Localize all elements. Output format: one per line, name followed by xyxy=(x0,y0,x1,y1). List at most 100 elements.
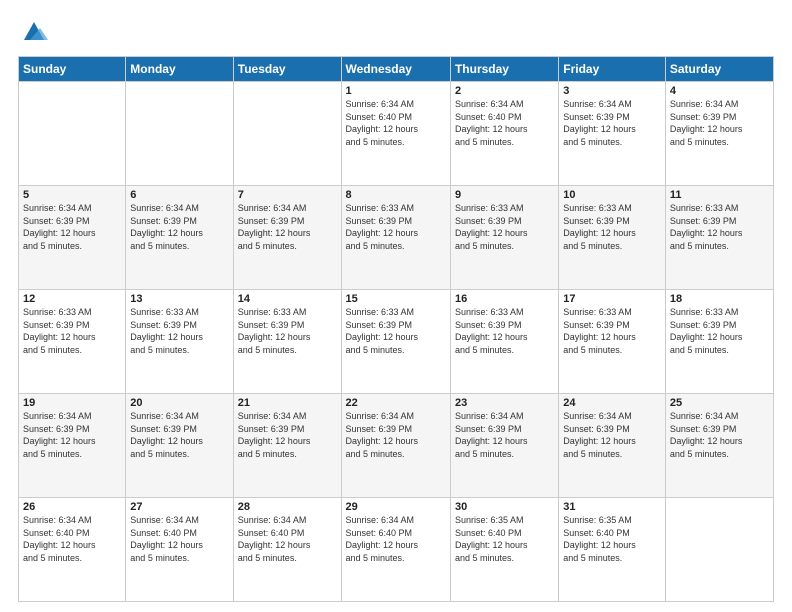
day-number: 5 xyxy=(23,189,121,201)
calendar-cell: 2Sunrise: 6:34 AM Sunset: 6:40 PM Daylig… xyxy=(450,82,558,186)
calendar-cell: 9Sunrise: 6:33 AM Sunset: 6:39 PM Daylig… xyxy=(450,186,558,290)
day-number: 23 xyxy=(455,397,554,409)
day-number: 20 xyxy=(130,397,228,409)
day-number: 9 xyxy=(455,189,554,201)
day-info: Sunrise: 6:34 AM Sunset: 6:39 PM Dayligh… xyxy=(455,410,554,460)
day-info: Sunrise: 6:34 AM Sunset: 6:39 PM Dayligh… xyxy=(238,410,337,460)
calendar-cell: 8Sunrise: 6:33 AM Sunset: 6:39 PM Daylig… xyxy=(341,186,450,290)
day-info: Sunrise: 6:33 AM Sunset: 6:39 PM Dayligh… xyxy=(670,306,769,356)
calendar-cell: 31Sunrise: 6:35 AM Sunset: 6:40 PM Dayli… xyxy=(559,498,666,602)
day-number: 18 xyxy=(670,293,769,305)
day-info: Sunrise: 6:34 AM Sunset: 6:39 PM Dayligh… xyxy=(130,410,228,460)
header xyxy=(18,18,774,46)
weekday-header-friday: Friday xyxy=(559,57,666,82)
calendar-row: 5Sunrise: 6:34 AM Sunset: 6:39 PM Daylig… xyxy=(19,186,774,290)
calendar-row: 12Sunrise: 6:33 AM Sunset: 6:39 PM Dayli… xyxy=(19,290,774,394)
calendar-cell: 15Sunrise: 6:33 AM Sunset: 6:39 PM Dayli… xyxy=(341,290,450,394)
day-info: Sunrise: 6:33 AM Sunset: 6:39 PM Dayligh… xyxy=(670,202,769,252)
weekday-header-tuesday: Tuesday xyxy=(233,57,341,82)
calendar-cell: 21Sunrise: 6:34 AM Sunset: 6:39 PM Dayli… xyxy=(233,394,341,498)
day-info: Sunrise: 6:34 AM Sunset: 6:39 PM Dayligh… xyxy=(23,202,121,252)
day-number: 11 xyxy=(670,189,769,201)
day-info: Sunrise: 6:35 AM Sunset: 6:40 PM Dayligh… xyxy=(455,514,554,564)
weekday-header-monday: Monday xyxy=(126,57,233,82)
calendar-cell: 13Sunrise: 6:33 AM Sunset: 6:39 PM Dayli… xyxy=(126,290,233,394)
day-number: 22 xyxy=(346,397,446,409)
day-number: 13 xyxy=(130,293,228,305)
day-number: 1 xyxy=(346,85,446,97)
calendar-cell: 30Sunrise: 6:35 AM Sunset: 6:40 PM Dayli… xyxy=(450,498,558,602)
calendar-cell: 27Sunrise: 6:34 AM Sunset: 6:40 PM Dayli… xyxy=(126,498,233,602)
day-info: Sunrise: 6:34 AM Sunset: 6:39 PM Dayligh… xyxy=(563,410,661,460)
day-info: Sunrise: 6:34 AM Sunset: 6:40 PM Dayligh… xyxy=(23,514,121,564)
day-info: Sunrise: 6:34 AM Sunset: 6:39 PM Dayligh… xyxy=(670,98,769,148)
day-info: Sunrise: 6:33 AM Sunset: 6:39 PM Dayligh… xyxy=(346,202,446,252)
calendar-cell: 22Sunrise: 6:34 AM Sunset: 6:39 PM Dayli… xyxy=(341,394,450,498)
day-info: Sunrise: 6:34 AM Sunset: 6:40 PM Dayligh… xyxy=(455,98,554,148)
day-info: Sunrise: 6:35 AM Sunset: 6:40 PM Dayligh… xyxy=(563,514,661,564)
day-info: Sunrise: 6:34 AM Sunset: 6:39 PM Dayligh… xyxy=(563,98,661,148)
calendar-cell xyxy=(665,498,773,602)
day-info: Sunrise: 6:33 AM Sunset: 6:39 PM Dayligh… xyxy=(455,202,554,252)
day-number: 25 xyxy=(670,397,769,409)
day-number: 16 xyxy=(455,293,554,305)
calendar-cell: 25Sunrise: 6:34 AM Sunset: 6:39 PM Dayli… xyxy=(665,394,773,498)
day-number: 3 xyxy=(563,85,661,97)
day-number: 7 xyxy=(238,189,337,201)
calendar-page: SundayMondayTuesdayWednesdayThursdayFrid… xyxy=(0,0,792,612)
calendar-cell: 1Sunrise: 6:34 AM Sunset: 6:40 PM Daylig… xyxy=(341,82,450,186)
calendar-cell: 29Sunrise: 6:34 AM Sunset: 6:40 PM Dayli… xyxy=(341,498,450,602)
day-number: 19 xyxy=(23,397,121,409)
day-number: 14 xyxy=(238,293,337,305)
calendar-row: 19Sunrise: 6:34 AM Sunset: 6:39 PM Dayli… xyxy=(19,394,774,498)
logo-icon xyxy=(20,18,48,46)
day-info: Sunrise: 6:33 AM Sunset: 6:39 PM Dayligh… xyxy=(23,306,121,356)
calendar-cell: 12Sunrise: 6:33 AM Sunset: 6:39 PM Dayli… xyxy=(19,290,126,394)
day-number: 29 xyxy=(346,501,446,513)
day-number: 30 xyxy=(455,501,554,513)
day-info: Sunrise: 6:33 AM Sunset: 6:39 PM Dayligh… xyxy=(563,202,661,252)
day-info: Sunrise: 6:34 AM Sunset: 6:39 PM Dayligh… xyxy=(23,410,121,460)
weekday-header-thursday: Thursday xyxy=(450,57,558,82)
weekday-header-sunday: Sunday xyxy=(19,57,126,82)
calendar-row: 26Sunrise: 6:34 AM Sunset: 6:40 PM Dayli… xyxy=(19,498,774,602)
calendar-cell xyxy=(233,82,341,186)
day-info: Sunrise: 6:33 AM Sunset: 6:39 PM Dayligh… xyxy=(346,306,446,356)
logo xyxy=(18,18,48,46)
calendar-table: SundayMondayTuesdayWednesdayThursdayFrid… xyxy=(18,56,774,602)
calendar-cell: 5Sunrise: 6:34 AM Sunset: 6:39 PM Daylig… xyxy=(19,186,126,290)
day-number: 31 xyxy=(563,501,661,513)
calendar-cell: 19Sunrise: 6:34 AM Sunset: 6:39 PM Dayli… xyxy=(19,394,126,498)
day-info: Sunrise: 6:34 AM Sunset: 6:39 PM Dayligh… xyxy=(238,202,337,252)
calendar-cell: 18Sunrise: 6:33 AM Sunset: 6:39 PM Dayli… xyxy=(665,290,773,394)
day-info: Sunrise: 6:33 AM Sunset: 6:39 PM Dayligh… xyxy=(455,306,554,356)
day-info: Sunrise: 6:34 AM Sunset: 6:40 PM Dayligh… xyxy=(346,514,446,564)
calendar-cell: 24Sunrise: 6:34 AM Sunset: 6:39 PM Dayli… xyxy=(559,394,666,498)
day-number: 2 xyxy=(455,85,554,97)
day-info: Sunrise: 6:34 AM Sunset: 6:40 PM Dayligh… xyxy=(238,514,337,564)
calendar-cell: 23Sunrise: 6:34 AM Sunset: 6:39 PM Dayli… xyxy=(450,394,558,498)
calendar-cell: 7Sunrise: 6:34 AM Sunset: 6:39 PM Daylig… xyxy=(233,186,341,290)
day-number: 6 xyxy=(130,189,228,201)
weekday-header-saturday: Saturday xyxy=(665,57,773,82)
day-number: 21 xyxy=(238,397,337,409)
calendar-cell xyxy=(19,82,126,186)
calendar-cell: 14Sunrise: 6:33 AM Sunset: 6:39 PM Dayli… xyxy=(233,290,341,394)
weekday-header-row: SundayMondayTuesdayWednesdayThursdayFrid… xyxy=(19,57,774,82)
day-info: Sunrise: 6:34 AM Sunset: 6:39 PM Dayligh… xyxy=(130,202,228,252)
calendar-cell: 26Sunrise: 6:34 AM Sunset: 6:40 PM Dayli… xyxy=(19,498,126,602)
day-number: 27 xyxy=(130,501,228,513)
day-info: Sunrise: 6:34 AM Sunset: 6:39 PM Dayligh… xyxy=(670,410,769,460)
day-number: 26 xyxy=(23,501,121,513)
day-number: 4 xyxy=(670,85,769,97)
calendar-cell xyxy=(126,82,233,186)
day-number: 8 xyxy=(346,189,446,201)
day-info: Sunrise: 6:33 AM Sunset: 6:39 PM Dayligh… xyxy=(130,306,228,356)
calendar-cell: 17Sunrise: 6:33 AM Sunset: 6:39 PM Dayli… xyxy=(559,290,666,394)
calendar-cell: 16Sunrise: 6:33 AM Sunset: 6:39 PM Dayli… xyxy=(450,290,558,394)
day-info: Sunrise: 6:33 AM Sunset: 6:39 PM Dayligh… xyxy=(563,306,661,356)
day-number: 17 xyxy=(563,293,661,305)
calendar-cell: 4Sunrise: 6:34 AM Sunset: 6:39 PM Daylig… xyxy=(665,82,773,186)
calendar-cell: 11Sunrise: 6:33 AM Sunset: 6:39 PM Dayli… xyxy=(665,186,773,290)
day-number: 15 xyxy=(346,293,446,305)
